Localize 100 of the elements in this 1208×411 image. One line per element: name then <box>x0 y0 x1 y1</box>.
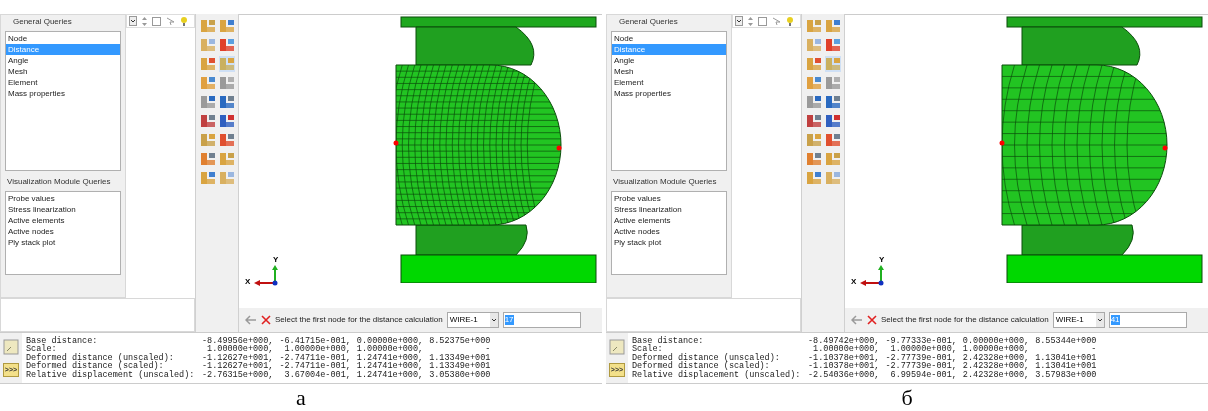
output-label: Relative displacement (unscaled): <box>26 370 196 380</box>
list-item[interactable]: Active elements <box>6 215 120 226</box>
output-value: - <box>485 345 491 354</box>
output-value: 1.00000e+000, <box>962 345 1030 354</box>
output-value: -2.76315e+000, <box>202 370 274 380</box>
output-value: 1.24741e+000, <box>356 353 424 363</box>
toolbar-icon[interactable] <box>200 56 216 72</box>
list-item[interactable]: Stress linearization <box>6 204 120 215</box>
axis-triad-icon <box>253 264 280 286</box>
toolbar-icon[interactable] <box>824 132 841 148</box>
toolbar-icon[interactable] <box>824 113 841 129</box>
toolbar-icon[interactable] <box>806 113 822 129</box>
list-item[interactable]: Node <box>612 33 726 44</box>
output-value: 1.13349e+001 <box>429 353 491 363</box>
output-value: -1.10378e+001, <box>808 353 880 363</box>
dropdown[interactable]: WIRE-1 <box>1052 312 1105 328</box>
output-value: -8.49742e+000, <box>808 336 880 346</box>
prompt-text: Select the first node for the distance calculation <box>275 314 443 326</box>
output-value: 3.57983e+000 <box>1035 370 1097 380</box>
output-value: -2.74711e-001, <box>279 362 351 371</box>
lightbulb-icon[interactable] <box>180 16 188 26</box>
output-value: -2.54036e+000, <box>808 370 880 380</box>
report-icon[interactable] <box>609 339 625 355</box>
list-item[interactable]: Element <box>612 77 726 88</box>
output-value: 1.24741e+000, <box>356 370 424 380</box>
output-value: 2.42328e+000, <box>962 353 1030 363</box>
toolbar-icon[interactable] <box>806 56 822 72</box>
list-item[interactable]: Stress linearization <box>612 204 726 215</box>
toolbar-icon[interactable] <box>218 18 235 34</box>
list-item[interactable]: Active elements <box>612 215 726 226</box>
toolbar-icon[interactable] <box>200 94 216 110</box>
toolbar-icon[interactable] <box>200 170 216 186</box>
dropdown[interactable]: WIRE-1 <box>446 312 499 328</box>
toolbar-icon[interactable] <box>806 94 822 110</box>
list-item[interactable]: Element <box>6 77 120 88</box>
toolbar-icon[interactable] <box>200 151 216 167</box>
output-label: Deformed distance (scaled): <box>632 362 770 371</box>
list-item[interactable]: Active nodes <box>6 226 120 237</box>
output-value: 2.42328e+000, <box>962 362 1030 371</box>
output-value: -1.12627e+001, <box>202 353 274 363</box>
frame-icon[interactable] <box>758 16 767 26</box>
output-value: -2.74711e-001, <box>279 353 351 363</box>
toolbar-icon[interactable] <box>824 75 841 91</box>
close-icon[interactable] <box>867 315 877 325</box>
toolbar-icon[interactable] <box>824 94 841 110</box>
output-label: Deformed distance (scaled): <box>26 362 164 371</box>
output-value: 1.00000e+000, <box>284 345 351 354</box>
toolbar-icon[interactable] <box>806 132 822 148</box>
toolbar-icon[interactable] <box>806 75 822 91</box>
toolbar-icon[interactable] <box>218 132 235 148</box>
list-item[interactable]: Node <box>6 33 120 44</box>
back-arrow-icon[interactable] <box>245 315 257 325</box>
toolbar-icon[interactable] <box>218 94 235 110</box>
lightbulb-icon[interactable] <box>786 16 794 26</box>
list-item[interactable]: Mesh <box>612 66 726 77</box>
toolbar-icon[interactable] <box>218 113 235 129</box>
toolbar-icon[interactable] <box>200 132 216 148</box>
spinner-icon[interactable] <box>142 16 147 26</box>
toolbar-icon[interactable] <box>200 18 216 34</box>
spinner-icon[interactable] <box>748 16 753 26</box>
output-value: -1.12627e+001, <box>202 362 274 371</box>
toolbar-icon[interactable] <box>824 37 841 53</box>
list-item[interactable]: Ply stack plot <box>612 237 726 248</box>
list-item[interactable]: Probe values <box>6 193 120 204</box>
list-item[interactable]: Mesh <box>6 66 120 77</box>
toolbar-icon[interactable] <box>824 151 841 167</box>
list-item[interactable]: Ply stack plot <box>6 237 120 248</box>
output-value: -2.77739e-001, <box>885 353 957 363</box>
prompt-text: Select the first node for the distance calculation <box>881 314 1049 326</box>
close-icon[interactable] <box>261 315 271 325</box>
toolbar-icon[interactable] <box>218 75 235 91</box>
output-value: -6.41715e-001, <box>279 336 351 346</box>
toolbar-icon[interactable] <box>218 37 235 53</box>
toolbar-icon[interactable] <box>200 75 216 91</box>
dropdown-caret-icon[interactable] <box>735 16 743 26</box>
back-arrow-icon[interactable] <box>851 315 863 325</box>
list-item[interactable]: Mass properties <box>612 88 726 99</box>
toolbar-icon[interactable] <box>824 18 841 34</box>
dropdown-caret-icon[interactable] <box>129 16 137 26</box>
output-value: 1.13041e+001 <box>1035 353 1097 363</box>
toolbar-icon[interactable] <box>200 113 216 129</box>
report-icon[interactable] <box>3 339 19 355</box>
output-value: - <box>1091 345 1097 354</box>
toolbar-icon[interactable] <box>806 18 822 34</box>
frame-icon[interactable] <box>152 16 161 26</box>
toolbar-icon[interactable] <box>806 170 822 186</box>
output-value: 1.13041e+001 <box>1035 362 1097 371</box>
output-label: Scale: <box>632 345 663 354</box>
axis-label: Y <box>879 256 886 264</box>
output-value: 0.00000e+000, <box>356 336 424 346</box>
list-item[interactable]: Probe values <box>612 193 726 204</box>
list-item[interactable]: Mass properties <box>6 88 120 99</box>
toolbar-icon[interactable] <box>218 151 235 167</box>
list-item[interactable]: Angle <box>6 55 120 66</box>
list-item[interactable]: Angle <box>612 55 726 66</box>
toolbar-icon[interactable] <box>806 151 822 167</box>
output-value: 2.42328e+000, <box>962 370 1030 380</box>
list-item[interactable]: Active nodes <box>612 226 726 237</box>
output-value: -8.49956e+000, <box>202 336 274 346</box>
output-label: Relative displacement (unscaled): <box>632 370 802 380</box>
